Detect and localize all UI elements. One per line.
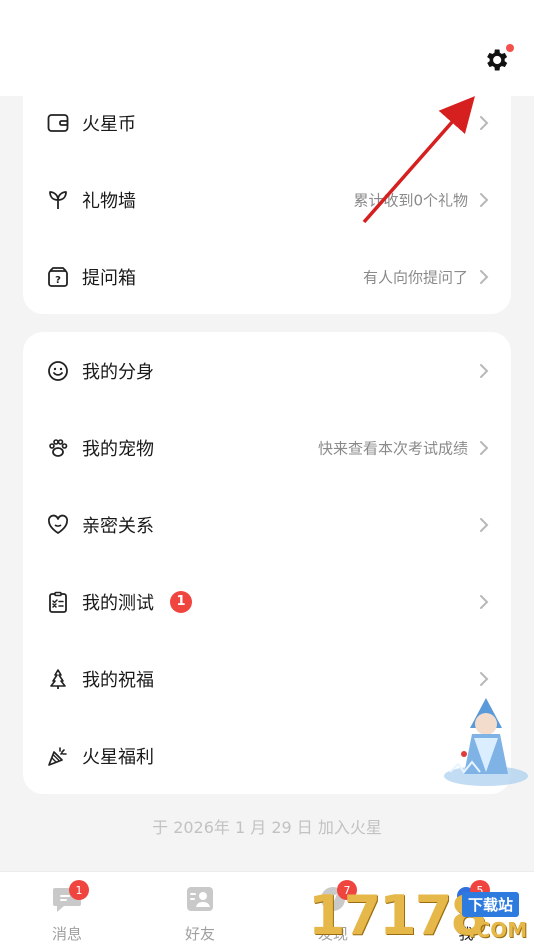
menu-item-label: 火星福利 (82, 746, 154, 768)
menu-item-label: 我的祝福 (82, 669, 154, 691)
menu-item-mars-coin[interactable]: 火星币 (23, 84, 511, 161)
chevron-right-icon (480, 671, 489, 686)
menu-item-label: 火星币 (82, 113, 136, 135)
tab-messages[interactable]: 1 消息 (17, 872, 117, 950)
tab-badge: 1 (69, 880, 89, 900)
tab-label: 消息 (51, 925, 82, 943)
watermark-domain: .COM (468, 918, 528, 942)
bell-tree-icon (46, 667, 70, 691)
wallet-gift-card: 火星币 礼物墙 累计收到0个礼物 ? 提问箱 有人向你提问了 (23, 84, 511, 314)
watermark-tag: 下载站 (462, 892, 520, 917)
menu-item-label: 提问箱 (82, 267, 136, 289)
gift-flower-icon (46, 188, 70, 212)
paw-icon (46, 436, 70, 460)
menu-item-label: 礼物墙 (82, 190, 136, 212)
menu-item-intimacy[interactable]: 亲密关系 (23, 486, 511, 563)
menu-item-hint: 累计收到0个礼物 (353, 191, 468, 209)
wallet-icon (46, 111, 70, 135)
menu-item-my-avatar[interactable]: 我的分身 (23, 332, 511, 409)
smile-face-icon (46, 359, 70, 383)
chevron-right-icon (480, 363, 489, 378)
menu-item-hint: 有人向你提问了 (362, 268, 468, 286)
heart-link-icon (46, 513, 70, 537)
menu-item-mars-welfare[interactable]: 火星福利 (23, 717, 511, 794)
menu-item-my-blessing[interactable]: 我的祝福 (23, 640, 511, 717)
chevron-right-icon (480, 517, 489, 532)
chevron-right-icon (480, 269, 489, 284)
menu-item-label: 我的测试 (82, 592, 154, 614)
chevron-right-icon (480, 115, 489, 130)
menu-item-question-box[interactable]: ? 提问箱 有人向你提问了 (23, 238, 511, 315)
menu-item-label: 亲密关系 (82, 515, 154, 537)
question-box-icon: ? (46, 265, 70, 289)
notification-badge: 1 (170, 590, 192, 613)
settings-notification-dot (506, 44, 514, 52)
clipboard-icon (46, 590, 70, 614)
chevron-right-icon (480, 440, 489, 455)
friends-card-icon (187, 887, 213, 911)
menu-item-my-test[interactable]: 我的测试 1 (23, 563, 511, 640)
tab-label: 好友 (184, 925, 215, 943)
chevron-right-icon (480, 192, 489, 207)
party-popper-icon (46, 744, 70, 768)
menu-item-gift-wall[interactable]: 礼物墙 累计收到0个礼物 (23, 161, 511, 238)
menu-item-label: 我的宠物 (82, 438, 154, 460)
watermark-text: 17178 (308, 884, 488, 947)
top-bar (0, 0, 534, 96)
menu-item-label: 我的分身 (82, 361, 154, 383)
mascot-sticker-image (444, 698, 528, 786)
svg-text:?: ? (55, 275, 61, 286)
profile-features-card: 我的分身 我的宠物 快来查看本次考试成绩 亲密关系 我的测试 1 我的祝福 火星… (23, 332, 511, 794)
chevron-right-icon (480, 594, 489, 609)
menu-item-my-pet[interactable]: 我的宠物 快来查看本次考试成绩 (23, 409, 511, 486)
join-date-note: 于 2026年 1 月 29 日 加入火星 (152, 818, 382, 837)
tab-friends[interactable]: 好友 (150, 872, 250, 950)
settings-button[interactable] (480, 44, 514, 76)
site-watermark: 17178 下载站 .COM (308, 884, 534, 950)
menu-item-hint: 快来查看本次考试成绩 (317, 439, 468, 457)
